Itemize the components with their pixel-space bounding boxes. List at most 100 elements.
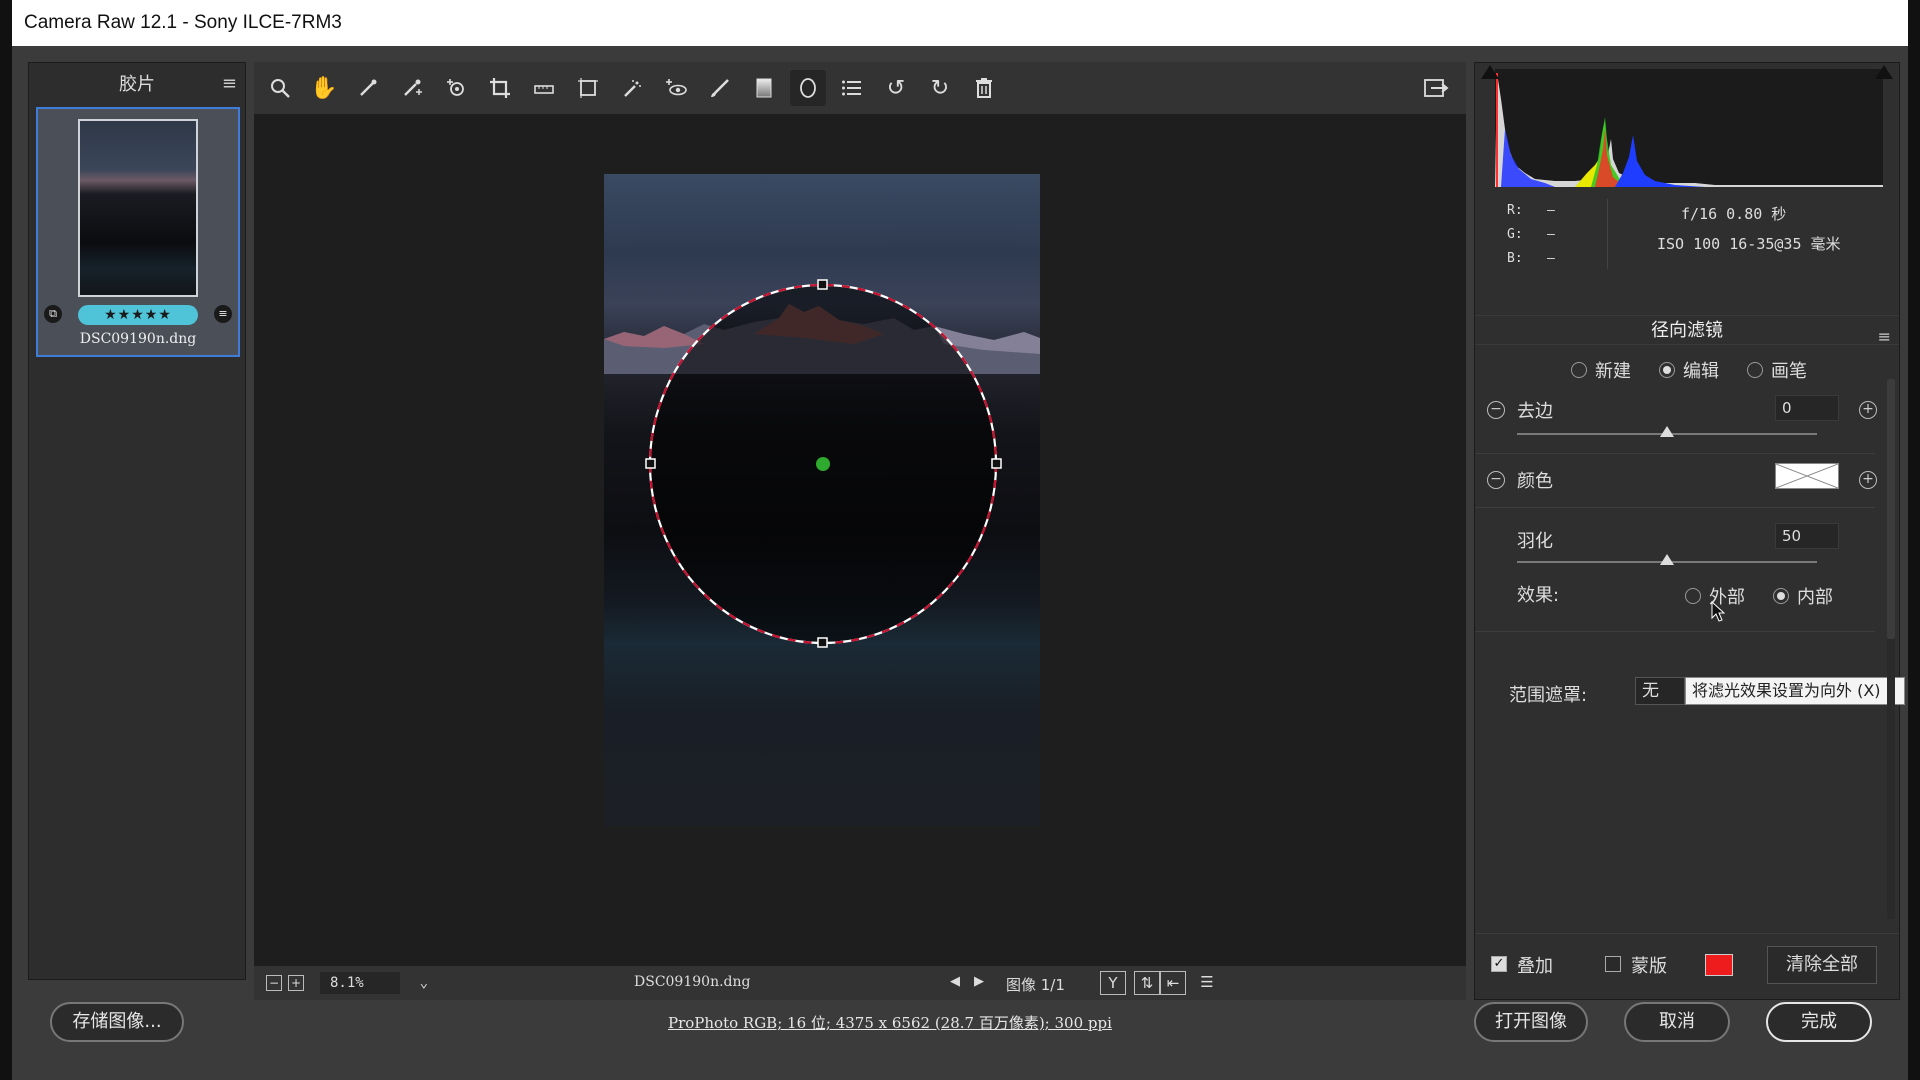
filmstrip-item[interactable]: ⧉ ★★★★★ ≡ DSC09190n.dng	[36, 107, 240, 357]
transform-tool-icon[interactable]	[570, 70, 606, 106]
thumbnail-filename: DSC09190n.dng	[79, 331, 197, 347]
mask-color-swatch[interactable]	[1705, 954, 1733, 976]
toggle-settings-icon[interactable]: ☰	[1194, 971, 1220, 995]
filmstrip-menu-icon[interactable]: ≡	[222, 73, 237, 94]
color-label: 颜色	[1517, 471, 1553, 492]
section-divider	[1475, 631, 1875, 632]
filmstrip-header: 胶片 ≡	[29, 63, 245, 103]
info-divider	[1607, 199, 1608, 269]
radio-circle-icon[interactable]	[1685, 588, 1701, 604]
filmstrip-title: 胶片	[119, 74, 155, 95]
swap-settings-icon[interactable]: ⇅	[1134, 971, 1160, 995]
defringe-plus-icon[interactable]: +	[1859, 401, 1877, 419]
open-image-button[interactable]: 打开图像	[1474, 1002, 1588, 1042]
image-counter: 图像 1/1	[1006, 976, 1065, 994]
radial-handle-right[interactable]	[991, 458, 1002, 469]
filmstrip-panel: 胶片 ≡ ⧉ ★★★★★ ≡ DSC09190n.dng	[28, 62, 246, 980]
radial-handle-left[interactable]	[645, 458, 656, 469]
color-sampler-tool-icon[interactable]	[394, 70, 430, 106]
trash-icon[interactable]	[966, 70, 1002, 106]
g-label: G:	[1507, 227, 1523, 242]
defringe-minus-icon[interactable]: −	[1487, 401, 1505, 419]
tool-bar: ✋ ↺ ↻	[254, 62, 1466, 114]
mode-brush-radio[interactable]: 画笔	[1747, 357, 1807, 383]
zoom-level-value: 8.1%	[330, 975, 364, 991]
radial-center-pin[interactable]	[816, 457, 830, 471]
radio-circle-icon[interactable]	[1659, 362, 1675, 378]
panel-menu-icon[interactable]: ≡	[1878, 322, 1891, 352]
radial-handle-bottom[interactable]	[817, 637, 828, 648]
graduated-filter-tool-icon[interactable]	[746, 70, 782, 106]
histogram-graph	[1495, 73, 1883, 187]
feather-slider-thumb[interactable]	[1660, 554, 1674, 565]
radio-circle-icon[interactable]	[1747, 362, 1763, 378]
radio-circle-icon[interactable]	[1773, 588, 1789, 604]
zoom-tool-icon[interactable]	[262, 70, 298, 106]
clear-all-button[interactable]: 清除全部	[1767, 946, 1877, 984]
zoom-level-select[interactable]: 8.1% ⌄	[320, 972, 428, 994]
overlay-checkbox[interactable]: ✓	[1491, 956, 1507, 972]
mode-edit-radio[interactable]: 编辑	[1659, 357, 1719, 383]
rotate-right-icon[interactable]: ↻	[922, 70, 958, 106]
radial-filter-tool-icon[interactable]	[790, 70, 826, 106]
chevron-down-icon[interactable]: ⌄	[420, 972, 428, 994]
defringe-label: 去边	[1517, 401, 1553, 422]
exposure-info: f/16 0.80 秒	[1681, 205, 1787, 223]
iso-lens-info: ISO 100 16-35@35 毫米	[1657, 235, 1841, 253]
spot-removal-tool-icon[interactable]	[614, 70, 650, 106]
preview-photo[interactable]	[604, 174, 1040, 826]
adjustments-badge-icon: ≡	[214, 305, 232, 323]
radio-circle-icon[interactable]	[1571, 362, 1587, 378]
current-filename: DSC09190n.dng	[634, 974, 751, 990]
mask-label: 蒙版	[1631, 956, 1667, 977]
adjustment-brush-tool-icon[interactable]	[702, 70, 738, 106]
zoom-out-button[interactable]: −	[266, 975, 282, 991]
feather-input[interactable]: 50	[1775, 523, 1839, 549]
save-image-button[interactable]: 存储图像...	[50, 1002, 184, 1042]
mode-edit-label: 编辑	[1683, 361, 1719, 382]
effect-inside-radio[interactable]: 内部	[1773, 583, 1833, 609]
fullscreen-toggle-icon[interactable]	[1418, 70, 1454, 106]
panel-scrollbar[interactable]	[1887, 379, 1895, 919]
crop-badge-icon: ⧉	[44, 305, 62, 323]
radial-filter-title: 径向滤镜 ≡	[1475, 315, 1899, 346]
mouse-cursor-icon	[1711, 601, 1725, 622]
highlight-clipping-icon[interactable]	[1875, 65, 1893, 79]
mode-new-radio[interactable]: 新建	[1571, 357, 1631, 383]
star-rating[interactable]: ★★★★★	[78, 305, 198, 325]
color-swatch[interactable]	[1775, 463, 1839, 489]
radial-handle-top[interactable]	[817, 279, 828, 290]
preview-canvas[interactable]	[254, 114, 1466, 966]
shadow-clipping-icon[interactable]	[1481, 65, 1499, 79]
crop-tool-icon[interactable]	[482, 70, 518, 106]
r-value: —	[1547, 203, 1555, 218]
scrollbar-thumb[interactable]	[1887, 379, 1895, 639]
radial-filter-title-text: 径向滤镜	[1651, 320, 1723, 341]
done-button[interactable]: 完成	[1766, 1002, 1872, 1042]
preferences-icon[interactable]	[834, 70, 870, 106]
overlay-label: 叠加	[1517, 956, 1553, 977]
targeted-adjustment-tool-icon[interactable]	[438, 70, 474, 106]
white-balance-tool-icon[interactable]	[350, 70, 386, 106]
prev-image-icon[interactable]: ◀	[950, 974, 960, 989]
range-mask-select[interactable]: 无	[1635, 677, 1685, 705]
workflow-options-link[interactable]: ProPhoto RGB; 16 位; 4375 x 6562 (28.7 百万…	[668, 1012, 1112, 1033]
before-after-view-icon[interactable]: Y	[1100, 971, 1126, 995]
straighten-tool-icon[interactable]	[526, 70, 562, 106]
b-value: —	[1547, 251, 1555, 266]
red-eye-tool-icon[interactable]	[658, 70, 694, 106]
color-plus-icon[interactable]: +	[1859, 471, 1877, 489]
color-minus-icon[interactable]: −	[1487, 471, 1505, 489]
thumbnail-image[interactable]	[78, 119, 198, 297]
cancel-button[interactable]: 取消	[1624, 1002, 1730, 1042]
b-label: B:	[1507, 251, 1523, 266]
defringe-slider-thumb[interactable]	[1660, 426, 1674, 437]
defringe-input[interactable]: 0	[1775, 395, 1839, 421]
next-image-icon[interactable]: ▶	[974, 974, 984, 989]
rotate-left-icon[interactable]: ↺	[878, 70, 914, 106]
radial-filter-overlay[interactable]	[604, 174, 1040, 826]
mask-checkbox[interactable]	[1605, 956, 1621, 972]
zoom-in-button[interactable]: +	[288, 975, 304, 991]
copy-settings-icon[interactable]: ⇤	[1160, 971, 1186, 995]
hand-tool-icon[interactable]: ✋	[306, 70, 342, 106]
